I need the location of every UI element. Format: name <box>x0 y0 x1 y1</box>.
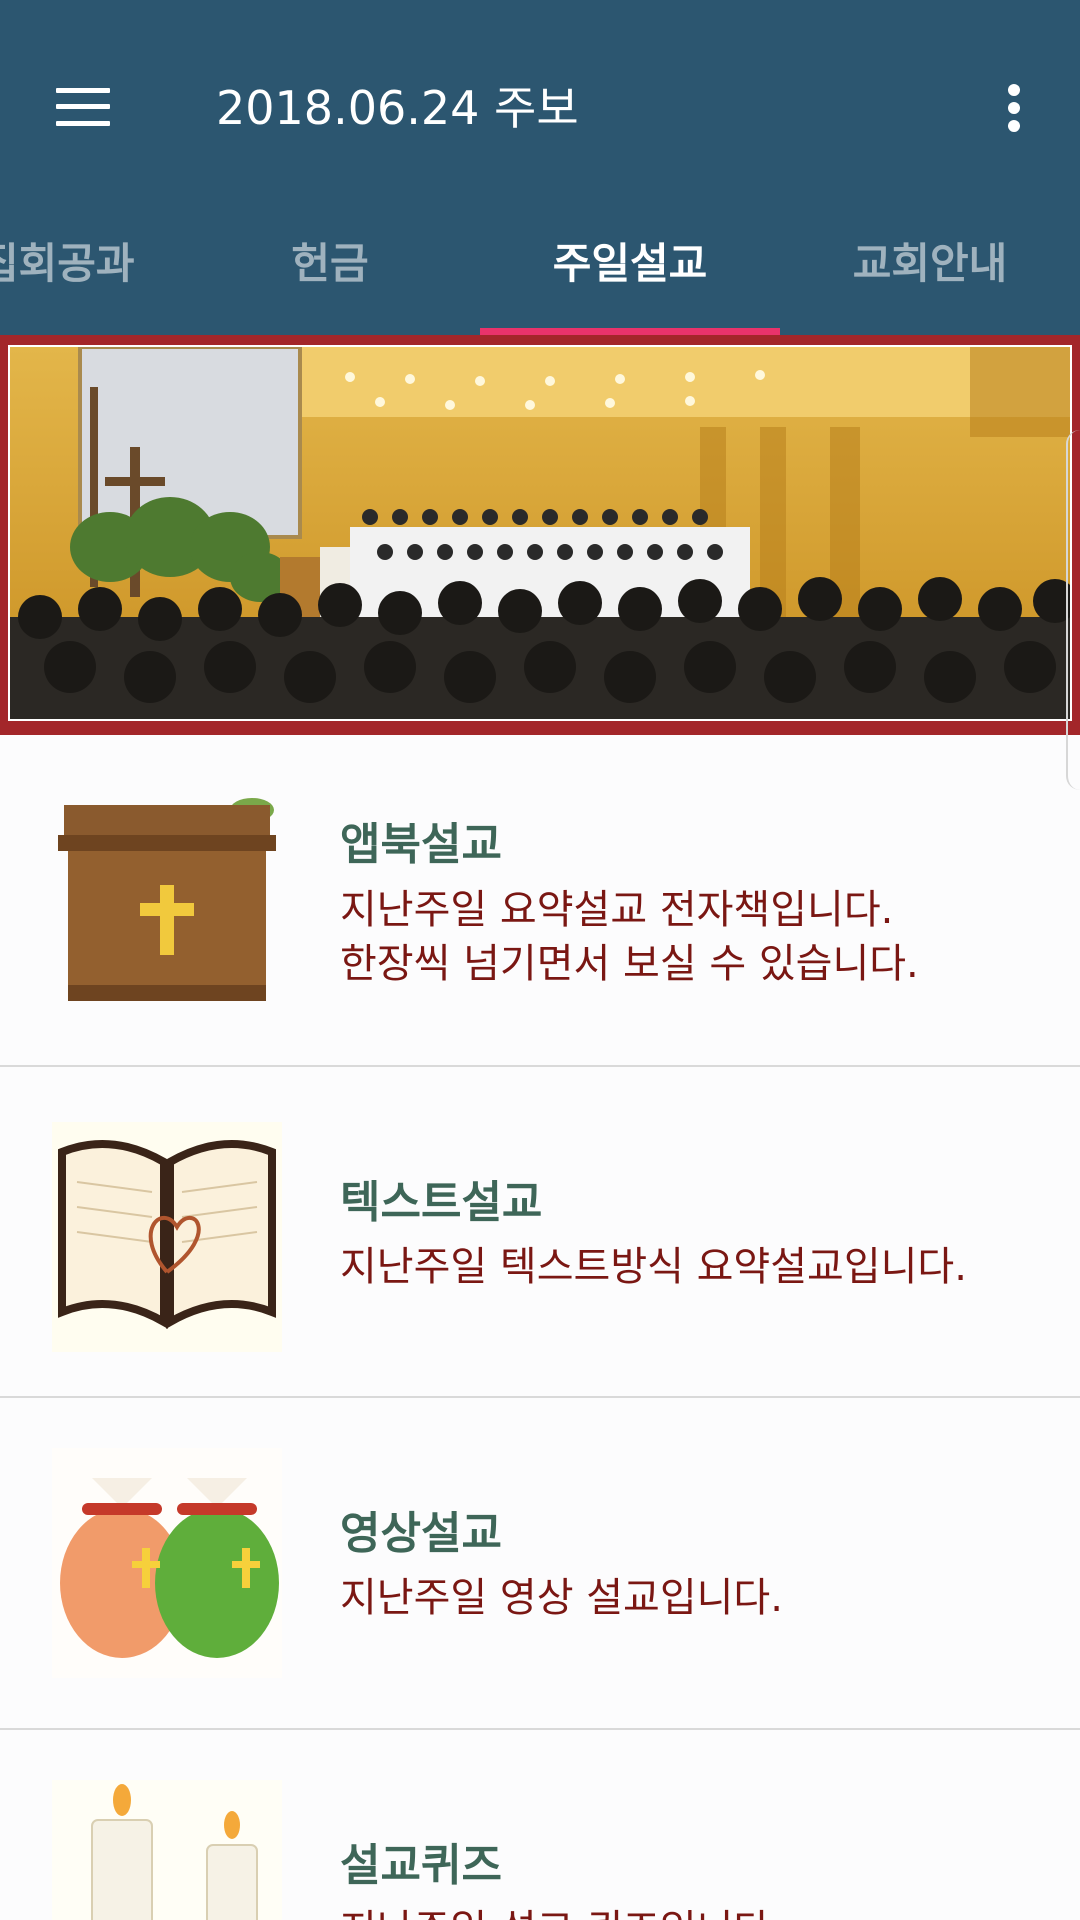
item-description-line-2: 한장씩 넘기면서 보실 수 있습니다. <box>340 941 919 987</box>
list-item-text-sermon[interactable]: 텍스트설교 지난주일 텍스트방식 요약설교입니다. <box>0 1067 1080 1398</box>
hamburger-menu-icon[interactable] <box>52 85 114 129</box>
page-title: 2018.06.24 주보 <box>216 81 579 135</box>
item-title: 영상설교 <box>340 1508 502 1559</box>
tab-indicator <box>480 328 780 335</box>
list-item-appbook-sermon[interactable]: 앱북설교 지난주일 요약설교 전자책입니다. 한장씩 넘기면서 보실 수 있습니… <box>0 735 1080 1067</box>
tab-church-info[interactable]: 교회안내 <box>820 232 1040 296</box>
item-title: 설교퀴즈 <box>340 1840 502 1891</box>
item-description: 지난주일 요약설교 전자책입니다. 한장씩 넘기면서 보실 수 있습니다. <box>340 883 919 991</box>
banner <box>0 335 1080 735</box>
item-description-line-1: 지난주일 요약설교 전자책입니다. <box>340 887 894 933</box>
tab-gathering[interactable]: 집회공과 <box>0 232 150 296</box>
item-description: 지난주일 텍스트방식 요약설교입니다. <box>340 1244 967 1290</box>
gift-pouch-icon <box>52 1448 282 1678</box>
item-title: 앱북설교 <box>340 819 502 870</box>
church-worship-photo <box>8 345 1072 721</box>
app-bar: 2018.06.24 주보 집회공과 헌금 주일설교 교회안내 <box>0 0 1080 335</box>
item-title: 텍스트설교 <box>340 1177 543 1228</box>
candles-icon <box>52 1780 282 1920</box>
list-item-sermon-quiz[interactable]: 설교퀴즈 지난주일 설교 퀴즈입니다. <box>0 1730 1080 1920</box>
pulpit-cross-icon <box>52 785 282 1015</box>
app-root: 2018.06.24 주보 집회공과 헌금 주일설교 교회안내 <box>0 0 1080 1920</box>
item-description: 지난주일 설교 퀴즈입니다. <box>340 1903 783 1920</box>
item-description: 지난주일 영상 설교입니다. <box>340 1575 783 1621</box>
tab-sunday-sermon[interactable]: 주일설교 <box>470 232 790 296</box>
list-item-video-sermon[interactable]: 영상설교 지난주일 영상 설교입니다. <box>0 1398 1080 1730</box>
open-bible-icon <box>52 1122 282 1352</box>
more-vertical-icon[interactable] <box>996 80 1032 136</box>
tab-offering[interactable]: 헌금 <box>280 232 380 296</box>
